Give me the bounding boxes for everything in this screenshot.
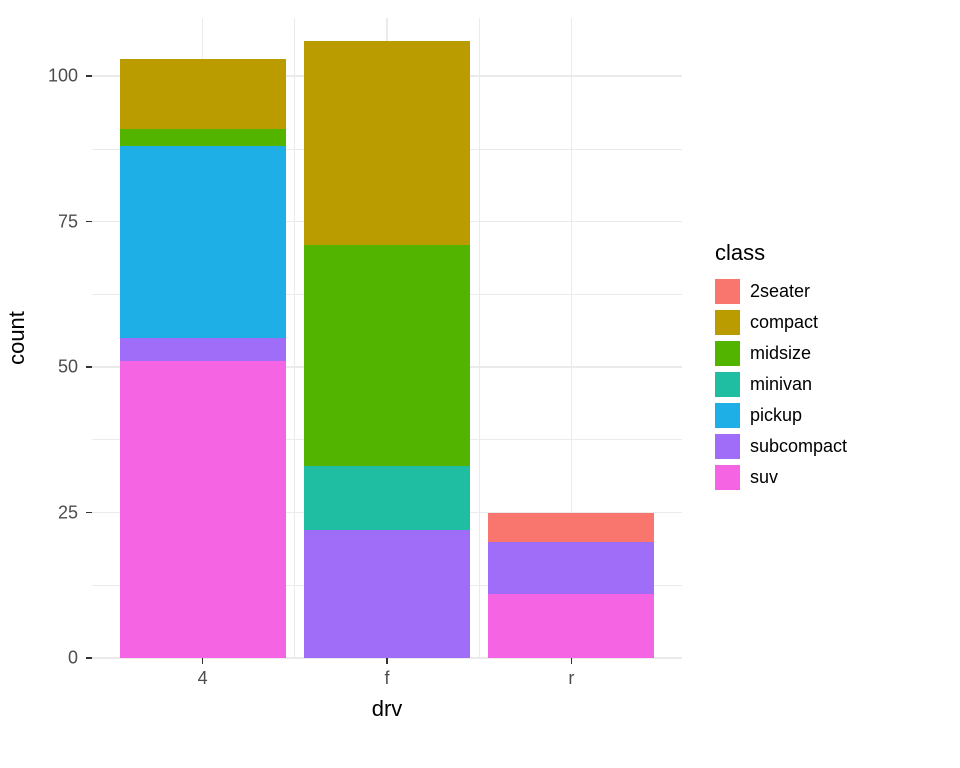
legend-label: minivan	[750, 374, 812, 395]
legend-key-midsize	[715, 341, 740, 366]
bar-seg-compact	[120, 59, 286, 129]
bar-seg-pickup	[120, 146, 286, 338]
y-tick-mark	[86, 366, 92, 367]
legend-key-2seater	[715, 279, 740, 304]
y-tick-label: 100	[0, 66, 78, 87]
bar-seg-compact	[304, 41, 470, 245]
legend-item-minivan: minivan	[715, 369, 847, 400]
legend-item-compact: compact	[715, 307, 847, 338]
y-tick-mark	[86, 221, 92, 222]
legend-label: subcompact	[750, 436, 847, 457]
legend-label: suv	[750, 467, 778, 488]
legend-label: compact	[750, 312, 818, 333]
y-tick-label: 0	[0, 648, 78, 669]
gridline-v-minor	[479, 18, 480, 658]
bar-seg-subcompact	[304, 530, 470, 658]
y-tick-label: 75	[0, 211, 78, 232]
legend-title: class	[715, 240, 847, 266]
x-tick-label: f	[384, 668, 389, 689]
legend-item-pickup: pickup	[715, 400, 847, 431]
bar-seg-midsize	[120, 129, 286, 146]
bar-seg-2seater	[488, 513, 654, 542]
x-tick-mark	[386, 658, 387, 664]
x-tick-mark	[202, 658, 203, 664]
bar-seg-suv	[488, 594, 654, 658]
legend-key-minivan	[715, 372, 740, 397]
legend-label: pickup	[750, 405, 802, 426]
legend-item-2seater: 2seater	[715, 276, 847, 307]
bar-seg-minivan	[304, 466, 470, 530]
y-tick-mark	[86, 512, 92, 513]
legend-label: 2seater	[750, 281, 810, 302]
y-tick-mark	[86, 657, 92, 658]
bar-seg-suv	[120, 361, 286, 658]
y-tick-mark	[86, 75, 92, 76]
y-axis-title: count	[4, 311, 30, 365]
legend: class 2seater compact midsize minivan pickup…	[715, 240, 847, 493]
legend-key-subcompact	[715, 434, 740, 459]
x-tick-mark	[571, 658, 572, 664]
bar-seg-subcompact	[488, 542, 654, 594]
legend-label: midsize	[750, 343, 811, 364]
bar-r	[488, 513, 654, 658]
bar-seg-midsize	[304, 245, 470, 466]
legend-key-pickup	[715, 403, 740, 428]
y-tick-label: 25	[0, 502, 78, 523]
legend-item-suv: suv	[715, 462, 847, 493]
bar-4	[120, 59, 286, 658]
x-tick-label: 4	[198, 668, 208, 689]
x-tick-label: r	[568, 668, 574, 689]
plot-panel	[92, 18, 682, 658]
x-axis-title: drv	[357, 696, 417, 722]
gridline-v-minor	[294, 18, 295, 658]
legend-key-suv	[715, 465, 740, 490]
bar-seg-subcompact	[120, 338, 286, 361]
chart-figure: 0255075100 4fr drv count class 2seaterco…	[0, 0, 960, 768]
legend-item-midsize: midsize	[715, 338, 847, 369]
legend-item-subcompact: subcompact	[715, 431, 847, 462]
legend-key-compact	[715, 310, 740, 335]
bar-f	[304, 41, 470, 658]
